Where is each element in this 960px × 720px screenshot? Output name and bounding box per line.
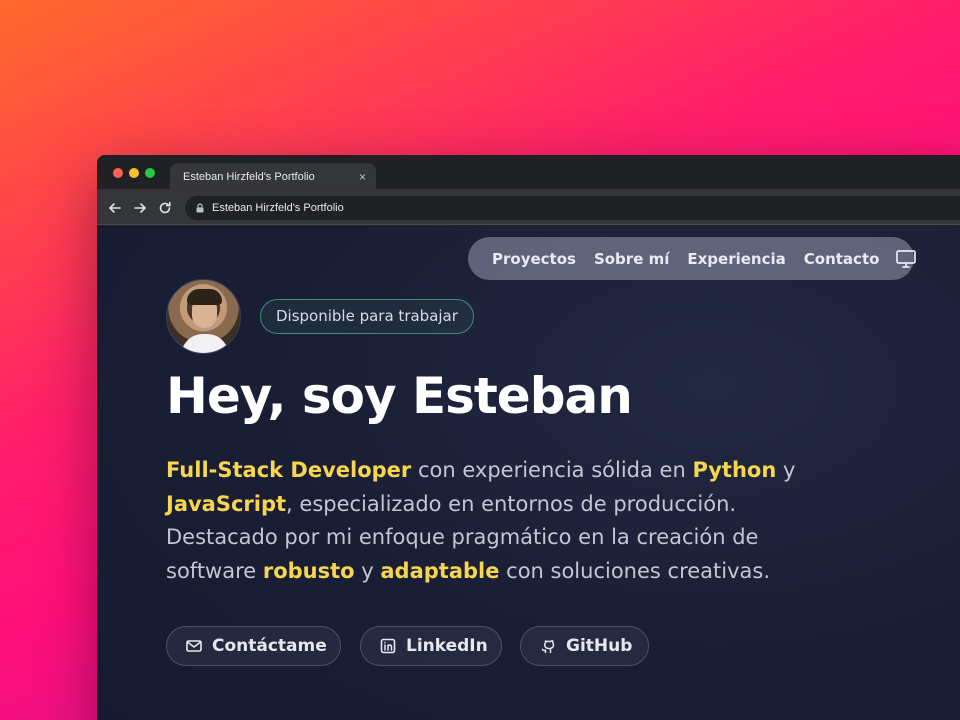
description-text: con soluciones creativas. bbox=[499, 558, 771, 583]
tab-title: Esteban Hirzfeld's Portfolio bbox=[183, 171, 315, 183]
description-text: y bbox=[354, 558, 381, 583]
linkedin-button[interactable]: LinkedIn bbox=[360, 626, 502, 666]
lock-icon bbox=[194, 202, 206, 214]
status-badge: Disponible para trabajar bbox=[260, 299, 474, 334]
linkedin-icon bbox=[380, 638, 396, 654]
address-bar[interactable]: Esteban Hirzfeld's Portfolio bbox=[185, 196, 960, 220]
avatar-shirt bbox=[181, 334, 229, 353]
browser-window: Esteban Hirzfeld's Portfolio × Esteban H… bbox=[97, 155, 960, 720]
avatar-hair bbox=[187, 289, 222, 305]
github-button-label: GitHub bbox=[566, 636, 633, 656]
description-text: con experiencia sólida en bbox=[411, 458, 693, 482]
highlight-robusto: robusto bbox=[262, 558, 355, 583]
contact-button[interactable]: Contáctame bbox=[166, 626, 341, 666]
avatar bbox=[166, 279, 241, 354]
nav-link-experiencia[interactable]: Experiencia bbox=[687, 250, 785, 268]
window-maximize-dot[interactable] bbox=[145, 168, 155, 178]
hero-description: Full-Stack Developer con experiencia sól… bbox=[166, 454, 806, 588]
forward-arrow-icon[interactable] bbox=[132, 200, 148, 216]
browser-toolbar: Esteban Hirzfeld's Portfolio bbox=[97, 191, 960, 225]
linkedin-button-label: LinkedIn bbox=[406, 636, 488, 656]
page-title: Hey, soy Esteban bbox=[166, 367, 633, 425]
highlight-adaptable: adaptable bbox=[380, 558, 500, 583]
github-button[interactable]: GitHub bbox=[520, 626, 649, 666]
main-nav: Proyectos Sobre mí Experiencia Contacto bbox=[468, 237, 917, 280]
reload-icon[interactable] bbox=[157, 200, 173, 216]
highlight-python: Python bbox=[692, 458, 777, 482]
monitor-icon[interactable] bbox=[895, 249, 917, 269]
window-minimize-dot[interactable] bbox=[129, 168, 139, 178]
tab-close-icon[interactable]: × bbox=[359, 170, 366, 184]
page-viewport: Proyectos Sobre mí Experiencia Contacto … bbox=[97, 226, 960, 720]
github-icon bbox=[541, 640, 555, 654]
address-text: Esteban Hirzfeld's Portfolio bbox=[212, 202, 344, 214]
nav-link-proyectos[interactable]: Proyectos bbox=[492, 250, 576, 268]
description-text: y bbox=[776, 458, 796, 482]
window-close-dot[interactable] bbox=[113, 168, 123, 178]
highlight-javascript: JavaScript bbox=[166, 491, 287, 516]
contact-button-label: Contáctame bbox=[212, 636, 327, 656]
browser-titlebar: Esteban Hirzfeld's Portfolio × bbox=[97, 155, 960, 191]
browser-tab[interactable]: Esteban Hirzfeld's Portfolio × bbox=[170, 163, 376, 191]
back-arrow-icon[interactable] bbox=[107, 200, 123, 216]
mail-icon bbox=[186, 640, 202, 652]
nav-link-contacto[interactable]: Contacto bbox=[804, 250, 880, 268]
nav-link-sobre-mi[interactable]: Sobre mí bbox=[594, 250, 669, 268]
highlight-role: Full-Stack Developer bbox=[166, 458, 412, 482]
